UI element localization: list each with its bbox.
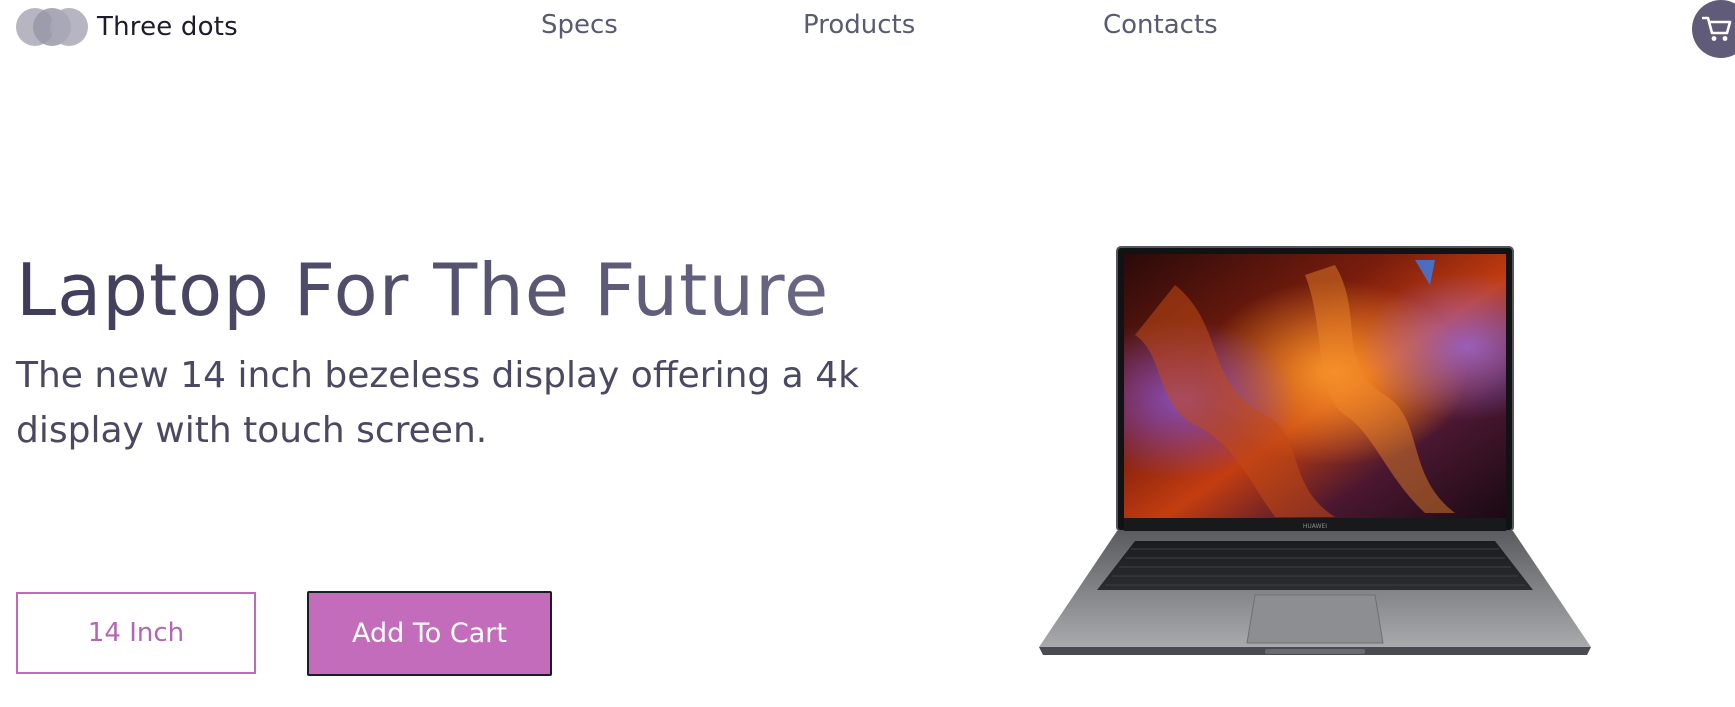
- svg-text:HUAWEI: HUAWEI: [1303, 523, 1327, 530]
- nav-link-products[interactable]: Products: [803, 10, 915, 40]
- cart-button[interactable]: [1692, 0, 1735, 58]
- nav-link-specs[interactable]: Specs: [541, 10, 618, 40]
- hero-title: Laptop For The Future: [16, 248, 830, 332]
- hero-subtitle: The new 14 inch bezeless display offerin…: [16, 355, 859, 451]
- size-option-button[interactable]: 14 Inch: [16, 592, 256, 674]
- brand-logo[interactable]: Three dots: [16, 8, 238, 46]
- cart-icon: [1702, 16, 1732, 41]
- page: Three dots Specs Products Contacts Lapto…: [0, 0, 1735, 707]
- laptop-product-image: HUAWEI: [1039, 246, 1591, 655]
- brand-name: Three dots: [97, 12, 238, 42]
- three-dots-logo-icon: [16, 8, 89, 46]
- nav-link-contacts[interactable]: Contacts: [1103, 10, 1218, 40]
- add-to-cart-button[interactable]: Add To Cart: [307, 591, 552, 676]
